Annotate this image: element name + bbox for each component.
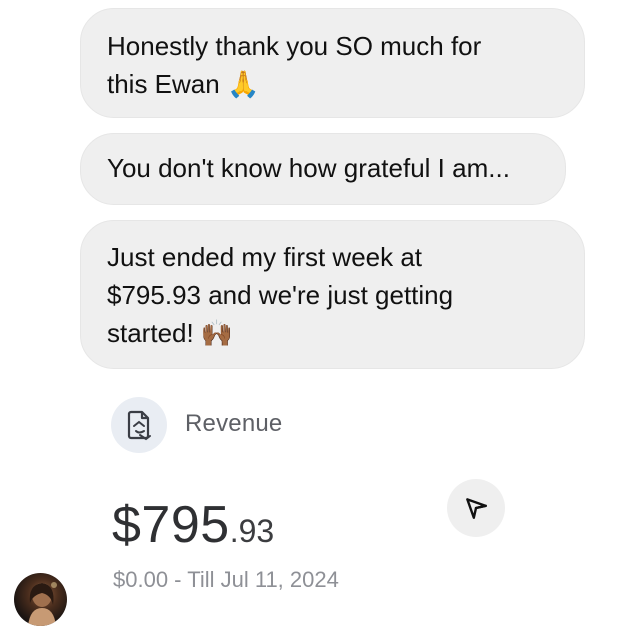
message-bubble[interactable]: Just ended my first week at $795.93 and … [80,220,585,369]
message-text-line: this Ewan 🙏 [107,69,260,99]
share-button[interactable] [447,479,505,537]
revenue-label: Revenue [185,410,283,437]
message-bubble[interactable]: You don't know how grateful I am... [80,133,566,205]
revenue-amount: $795.93 [112,495,274,555]
revenue-amount-cents: .93 [229,513,275,549]
message-text-line: $795.93 and we're just getting [107,280,454,310]
chat-thread: Honestly thank you SO much for this Ewan… [0,0,618,640]
avatar[interactable] [14,573,67,626]
message-text-line: Honestly thank you SO much for [107,31,482,61]
message-text-line: You don't know how grateful I am... [107,153,510,183]
message-text-line: started! 🙌🏾 [107,318,234,348]
message-text-line: Just ended my first week at [107,242,423,272]
message-bubble[interactable]: Honestly thank you SO much for this Ewan… [80,8,585,118]
revenue-amount-main: $795 [112,496,230,554]
paper-plane-icon [466,498,487,519]
revenue-document-icon [111,397,167,453]
revenue-period: $0.00 - Till Jul 11, 2024 [113,567,339,592]
